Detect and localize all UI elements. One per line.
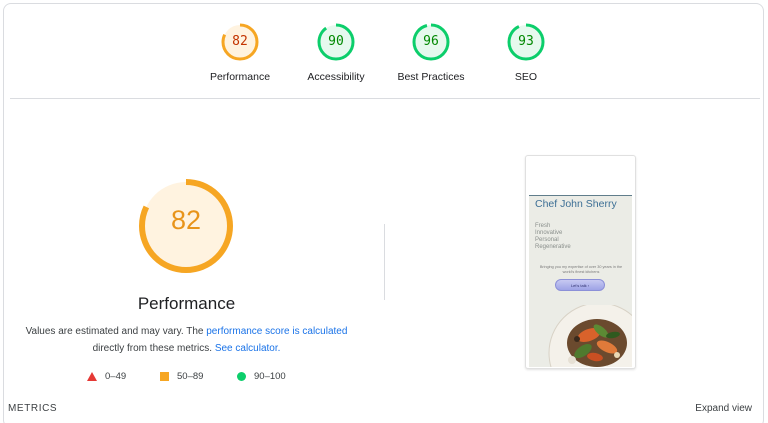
expand-view-toggle[interactable]: Expand view xyxy=(695,403,752,414)
legend-item-average: 50–89 xyxy=(160,371,203,382)
gauge-score: 93 xyxy=(518,34,534,49)
gauge-label: SEO xyxy=(514,71,538,83)
preview-cta-button: Let's talk › xyxy=(555,279,605,291)
gauge-best-practices[interactable]: 96 Best Practices xyxy=(381,22,481,83)
gauge-label: Accessibility xyxy=(307,71,365,83)
screenshot-content: Chef John Sherry Fresh Innovative Person… xyxy=(529,195,632,367)
screenshot-top-border xyxy=(529,195,632,196)
gauge-label: Best Practices xyxy=(397,71,465,83)
gauge-label: Performance xyxy=(209,71,271,83)
performance-description: Values are estimated and may vary. The p… xyxy=(20,324,353,357)
legend-range: 50–89 xyxy=(177,371,204,382)
performance-title: Performance xyxy=(137,294,236,313)
performance-score: 82 xyxy=(170,205,202,235)
preview-cta-label: Let's talk xyxy=(570,282,587,288)
desc-text: directly from these metrics. xyxy=(92,342,215,354)
preview-list: Fresh Innovative Personal Regenerative xyxy=(535,223,571,251)
header-divider xyxy=(10,98,760,99)
preview-title: Chef John Sherry xyxy=(535,198,617,210)
final-screenshot[interactable]: Chef John Sherry Fresh Innovative Person… xyxy=(525,155,636,369)
gauge-performance[interactable]: 82 Performance xyxy=(190,22,290,83)
legend-range: 0–49 xyxy=(105,371,127,382)
metrics-heading: METRICS xyxy=(8,403,58,414)
see-calculator-link[interactable]: See calculator. xyxy=(215,343,281,354)
gauge-seo[interactable]: 93 SEO xyxy=(476,22,576,83)
preview-subtitle: Bringing you my expertise of over 30 yea… xyxy=(539,265,623,274)
vertical-divider xyxy=(384,224,385,300)
gauge-score: 82 xyxy=(232,34,248,49)
legend-range: 90–100 xyxy=(254,371,286,382)
preview-list-item: Fresh xyxy=(535,223,551,229)
category-gauges: 82 Performance 90 Accessibility 96 Best … xyxy=(0,0,768,95)
square-icon xyxy=(160,372,169,381)
legend-item-fail: 0–49 xyxy=(87,371,126,382)
gauge-score: 90 xyxy=(328,34,344,49)
gauge-accessibility[interactable]: 90 Accessibility xyxy=(286,22,386,83)
preview-list-item: Innovative xyxy=(535,230,563,236)
circle-icon xyxy=(237,372,246,381)
score-legend: 0–49 50–89 90–100 xyxy=(0,371,380,385)
desc-text: Values are estimated and may vary. The xyxy=(25,326,207,337)
score-calculated-link[interactable]: performance score is calculated xyxy=(206,326,347,337)
preview-list-item: Personal xyxy=(535,237,559,243)
preview-list-item: Regenerative xyxy=(535,244,571,250)
triangle-icon xyxy=(87,372,97,381)
gauge-score: 96 xyxy=(423,34,439,49)
legend-item-pass: 90–100 xyxy=(237,371,286,382)
food-plate-image xyxy=(548,305,632,367)
